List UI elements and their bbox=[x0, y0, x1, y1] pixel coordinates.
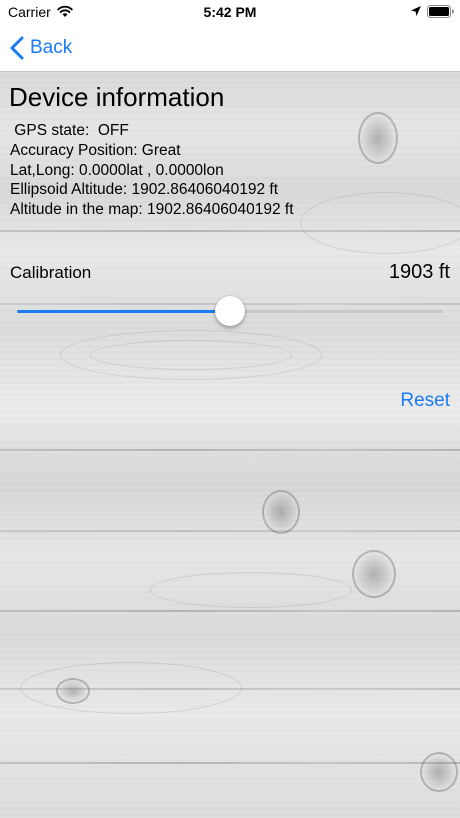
gps-state-text: GPS state: OFF bbox=[10, 122, 129, 139]
ellipsoid-altitude-text: Ellipsoid Altitude: 1902.86406040192 ft bbox=[10, 181, 279, 198]
navigation-bar: Back bbox=[0, 26, 460, 72]
calibration-label: Calibration bbox=[10, 263, 92, 282]
plank-seam bbox=[0, 530, 460, 532]
wood-knot bbox=[420, 752, 458, 792]
wood-knot bbox=[358, 112, 398, 164]
plank-seam bbox=[0, 762, 460, 764]
plank-seam bbox=[0, 449, 460, 451]
wood-grain bbox=[300, 192, 460, 254]
slider-thumb[interactable] bbox=[215, 296, 245, 326]
back-button-label: Back bbox=[30, 37, 73, 58]
wood-knot bbox=[262, 490, 300, 534]
wood-grain bbox=[20, 662, 242, 714]
wood-grain bbox=[90, 340, 292, 370]
clock-time: 5:42 PM bbox=[203, 4, 257, 20]
map-altitude-text: Altitude in the map: 1902.86406040192 ft bbox=[10, 201, 294, 218]
status-bar: Carrier 5:42 PM bbox=[0, 0, 460, 26]
accuracy-text: Accuracy Position: Great bbox=[10, 142, 181, 159]
calibration-slider[interactable] bbox=[17, 294, 443, 330]
page-title: Device information bbox=[9, 82, 225, 112]
calibration-value: 1903 ft bbox=[388, 261, 450, 283]
plank-seam bbox=[0, 610, 460, 612]
reset-button[interactable]: Reset bbox=[400, 390, 450, 412]
battery-full-icon bbox=[427, 5, 454, 18]
chevron-left-icon bbox=[10, 36, 24, 60]
lat-long-text: Lat,Long: 0.0000lat , 0.0000lon bbox=[10, 162, 224, 179]
location-arrow-icon bbox=[411, 6, 421, 16]
slider-fill bbox=[17, 310, 230, 313]
wood-knot bbox=[352, 550, 396, 598]
wood-grain bbox=[150, 572, 352, 608]
back-button[interactable]: Back bbox=[10, 34, 72, 62]
